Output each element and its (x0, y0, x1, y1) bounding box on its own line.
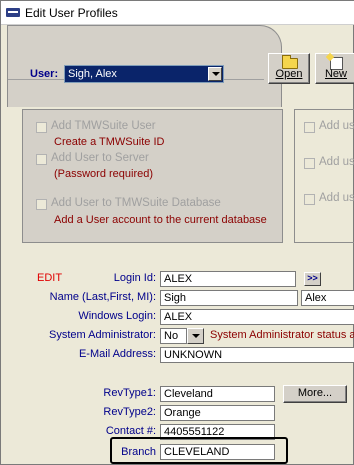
login-id-label: Login Id: (113, 272, 156, 284)
open-button[interactable]: Open (268, 53, 310, 84)
right-add-label-1: Add us (319, 120, 354, 132)
sysadmin-label: System Administrator: (49, 329, 156, 341)
add-tmwsuite-user-checkbox[interactable] (36, 122, 47, 133)
add-tmwsuite-user-sub: Create a TMWSuite ID (54, 136, 165, 148)
windows-login-label: Windows Login: (78, 310, 156, 322)
revtype2-field[interactable]: Orange (160, 405, 275, 421)
more-button[interactable]: More... (283, 385, 347, 403)
last-name-field[interactable]: Sigh (160, 290, 298, 306)
new-button-label: New (324, 68, 347, 80)
right-add-checkbox-2[interactable] (304, 158, 315, 169)
user-select-value: Sigh, Alex (68, 68, 117, 80)
add-tmwsuite-user-label: Add TMWSuite User (51, 120, 156, 132)
revtype1-label: RevType1: (103, 387, 156, 399)
add-to-server-label: Add User to Server (51, 152, 149, 164)
name-label: Name (Last,First, MI): (49, 291, 156, 303)
first-name-field[interactable]: Alex (301, 290, 354, 306)
add-to-server-sub: (Password required) (54, 168, 154, 180)
add-to-server-checkbox[interactable] (36, 154, 47, 165)
open-button-label: Open (275, 68, 303, 80)
sysadmin-dropdown-chevron-icon[interactable] (187, 328, 204, 344)
login-id-field[interactable]: ALEX (160, 271, 296, 287)
app-icon (6, 8, 20, 17)
user-label: User: (30, 68, 59, 80)
branch-label: Branch (121, 446, 156, 458)
email-label: E-Mail Address: (78, 348, 156, 360)
right-add-label-2: Add us (319, 156, 354, 168)
windows-login-field[interactable]: ALEX (160, 309, 354, 325)
add-to-db-label: Add User to TMWSuite Database (51, 197, 221, 209)
right-add-label-3: Add us (319, 192, 354, 204)
right-add-checkbox-1[interactable] (304, 122, 315, 133)
branch-field[interactable]: CLEVELAND (160, 444, 275, 460)
revtype1-field[interactable]: Cleveland (160, 386, 275, 402)
window-title: Edit User Profiles (25, 6, 118, 20)
add-to-db-sub: Add a User account to the current databa… (54, 214, 267, 226)
edit-mode-label: EDIT (37, 272, 63, 284)
title-bar: Edit User Profiles (1, 1, 354, 25)
revtype2-label: RevType2: (103, 406, 156, 418)
sysadmin-select[interactable]: No (160, 328, 187, 344)
sysadmin-status-message: System Administrator status a (210, 329, 354, 341)
contact-label: Contact #: (105, 425, 156, 437)
user-select[interactable]: Sigh, Alex (64, 65, 224, 83)
new-button[interactable]: New (315, 53, 354, 84)
right-add-checkbox-3[interactable] (304, 194, 315, 205)
email-field[interactable]: UNKNOWN (160, 347, 354, 363)
login-expand-button[interactable]: >> (304, 272, 321, 286)
chevron-down-icon[interactable] (208, 67, 222, 81)
add-to-db-checkbox[interactable] (36, 199, 47, 210)
edit-user-profiles-window: Edit User Profiles User: Sigh, Alex Open… (0, 0, 354, 465)
